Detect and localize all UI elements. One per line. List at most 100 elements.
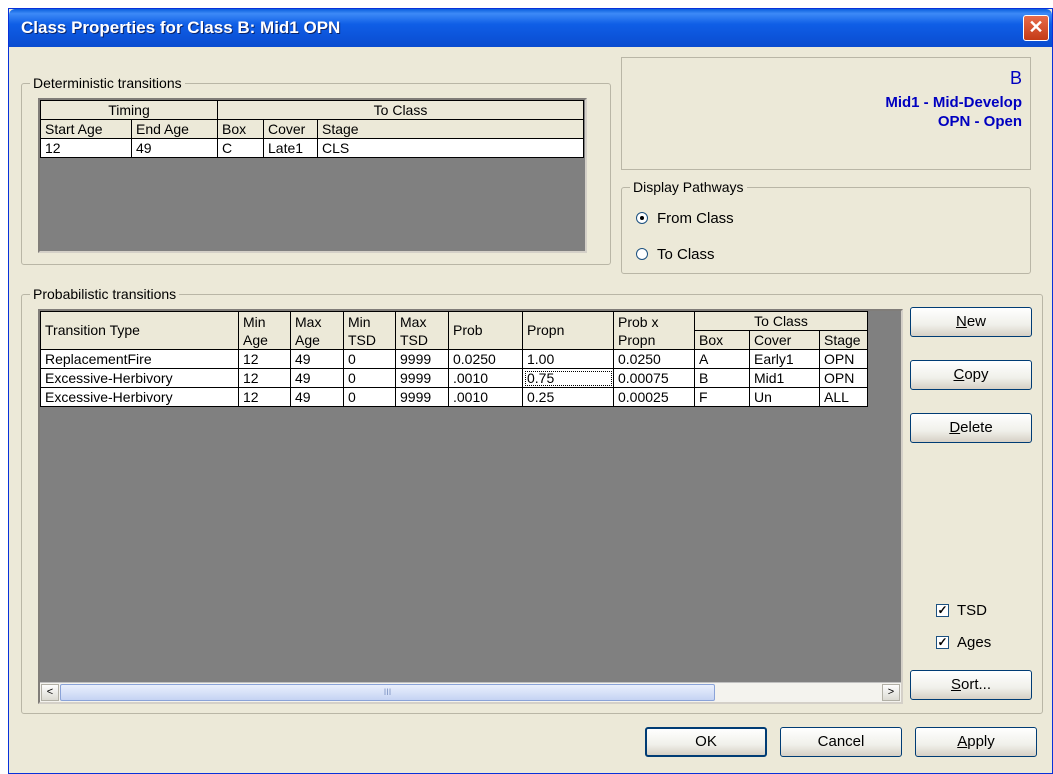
- cell[interactable]: 12: [238, 368, 291, 388]
- cell[interactable]: 0.0250: [613, 349, 695, 369]
- deterministic-group: Deterministic transitions Timing To Clas…: [21, 75, 611, 265]
- probabilistic-group: Probabilistic transitions Transition Typ…: [21, 286, 1043, 714]
- apply-label: pply: [967, 733, 995, 750]
- to-class-header: To Class: [694, 311, 868, 331]
- cell[interactable]: 0: [343, 387, 396, 407]
- table-row[interactable]: ReplacementFire 12 49 0 9999 0.0250 1.00…: [40, 349, 868, 369]
- cell[interactable]: Excessive-Herbivory: [40, 368, 239, 388]
- col-transition-type[interactable]: Transition Type: [40, 311, 239, 350]
- col-min-age-bottom: Age: [243, 331, 268, 348]
- class-description: Mid1 - Mid-Develop: [885, 94, 1022, 111]
- ok-button[interactable]: OK: [645, 727, 767, 757]
- col-min-tsd[interactable]: Min TSD: [343, 311, 396, 350]
- cell[interactable]: 9999: [395, 368, 449, 388]
- cell[interactable]: .0010: [448, 387, 523, 407]
- cell[interactable]: Excessive-Herbivory: [40, 387, 239, 407]
- cell[interactable]: 0: [343, 349, 396, 369]
- col-box[interactable]: Box: [694, 330, 750, 350]
- delete-button[interactable]: Delete: [910, 413, 1032, 443]
- cell[interactable]: 49: [290, 368, 344, 388]
- col-end-age[interactable]: End Age: [131, 119, 218, 139]
- sort-button[interactable]: Sort...: [910, 670, 1032, 700]
- cell[interactable]: C: [217, 138, 264, 158]
- cell[interactable]: 0.25: [522, 387, 614, 407]
- cell[interactable]: A: [694, 349, 750, 369]
- cell[interactable]: 0.00025: [613, 387, 695, 407]
- col-box[interactable]: Box: [217, 119, 264, 139]
- radio-to-class[interactable]: To Class: [636, 244, 715, 264]
- cell[interactable]: 49: [290, 349, 344, 369]
- cell[interactable]: Early1: [749, 349, 820, 369]
- ages-label: Ages: [957, 633, 992, 651]
- col-max-tsd-bottom: TSD: [400, 331, 428, 348]
- class-info-panel: B Mid1 - Mid-Develop OPN - Open: [621, 57, 1031, 170]
- scroll-thumb[interactable]: III: [60, 684, 715, 701]
- col-min-age[interactable]: Min Age: [238, 311, 291, 350]
- col-cover[interactable]: Cover: [263, 119, 318, 139]
- cell[interactable]: 9999: [395, 349, 449, 369]
- copy-button[interactable]: Copy: [910, 360, 1032, 390]
- probabilistic-grid[interactable]: Transition Type Min Age Max Age Min TSD Max…: [38, 309, 903, 704]
- table-row[interactable]: 12 49 C Late1 CLS: [40, 138, 584, 158]
- cell[interactable]: 0.00075: [613, 368, 695, 388]
- checkmark-icon: ✓: [936, 634, 949, 649]
- deterministic-grid[interactable]: Timing To Class Start Age End Age Box Co…: [38, 98, 587, 253]
- new-label: ew: [966, 313, 987, 330]
- apply-button[interactable]: Apply: [915, 727, 1037, 757]
- apply-mnemonic: A: [957, 733, 968, 750]
- cell[interactable]: .0010: [448, 368, 523, 388]
- cell[interactable]: CLS: [317, 138, 584, 158]
- probabilistic-table: Transition Type Min Age Max Age Min TSD Max…: [40, 311, 868, 407]
- cell[interactable]: F: [694, 387, 750, 407]
- table-row[interactable]: Excessive-Herbivory 12 49 0 9999 .0010 0…: [40, 387, 868, 407]
- cell[interactable]: OPN: [819, 368, 868, 388]
- col-prob-x-propn-bottom: Propn: [618, 331, 656, 348]
- ages-checkbox[interactable]: ✓ Ages: [936, 632, 991, 652]
- radio-label: From Class: [657, 209, 734, 227]
- col-max-age[interactable]: Max Age: [290, 311, 344, 350]
- cell[interactable]: 1.00: [522, 349, 614, 369]
- cell[interactable]: Late1: [263, 138, 318, 158]
- cancel-button[interactable]: Cancel: [780, 727, 902, 757]
- scroll-left-button[interactable]: <: [41, 684, 59, 701]
- col-min-age-top: Min: [243, 313, 266, 330]
- tsd-checkbox[interactable]: ✓ TSD: [936, 600, 987, 620]
- horizontal-scrollbar[interactable]: < III >: [40, 682, 901, 702]
- cell[interactable]: 0: [343, 368, 396, 388]
- title-bar[interactable]: Class Properties for Class B: Mid1 OPN ✕: [9, 9, 1052, 47]
- cell[interactable]: ReplacementFire: [40, 349, 239, 369]
- col-min-tsd-top: Min: [348, 313, 371, 330]
- close-button[interactable]: ✕: [1023, 15, 1049, 41]
- delete-label: elete: [960, 419, 993, 436]
- cell[interactable]: 49: [131, 138, 218, 158]
- col-stage[interactable]: Stage: [819, 330, 868, 350]
- delete-mnemonic: D: [949, 419, 961, 436]
- cell[interactable]: ALL: [819, 387, 868, 407]
- cell[interactable]: 49: [290, 387, 344, 407]
- cell[interactable]: Un: [749, 387, 820, 407]
- col-prob[interactable]: Prob: [448, 311, 523, 350]
- cell-selected[interactable]: 0.75: [522, 368, 614, 388]
- col-propn[interactable]: Propn: [522, 311, 614, 350]
- col-stage[interactable]: Stage: [317, 119, 584, 139]
- cell[interactable]: 9999: [395, 387, 449, 407]
- cell[interactable]: 12: [238, 387, 291, 407]
- col-prob-x-propn[interactable]: Prob x Propn: [613, 311, 695, 350]
- col-start-age[interactable]: Start Age: [40, 119, 132, 139]
- radio-from-class[interactable]: From Class: [636, 208, 734, 228]
- cell[interactable]: 0.0250: [448, 349, 523, 369]
- cell[interactable]: 12: [238, 349, 291, 369]
- table-row[interactable]: Excessive-Herbivory 12 49 0 9999 .0010 0…: [40, 368, 868, 388]
- sort-mnemonic: S: [950, 676, 961, 693]
- deterministic-label: Deterministic transitions: [30, 75, 185, 91]
- col-max-tsd[interactable]: Max TSD: [395, 311, 449, 350]
- new-button[interactable]: New: [910, 307, 1032, 337]
- col-cover[interactable]: Cover: [749, 330, 820, 350]
- scroll-right-button[interactable]: >: [882, 684, 900, 701]
- new-mnemonic: N: [955, 313, 967, 330]
- cell[interactable]: OPN: [819, 349, 868, 369]
- ok-label: OK: [695, 733, 717, 750]
- cell[interactable]: 12: [40, 138, 132, 158]
- cell[interactable]: Mid1: [749, 368, 820, 388]
- cell[interactable]: B: [694, 368, 750, 388]
